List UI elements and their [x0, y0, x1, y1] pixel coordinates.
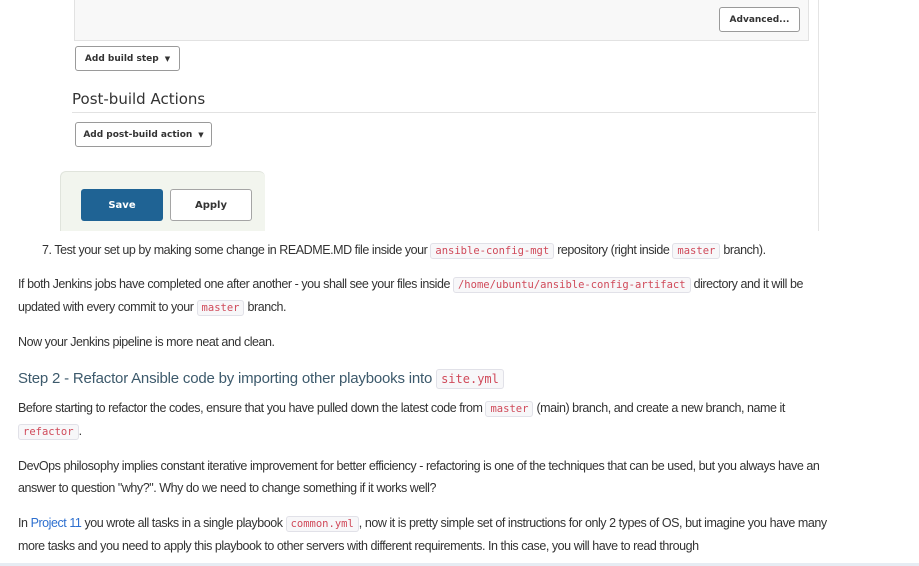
inline-code: ansible-config-mgt: [430, 243, 555, 259]
save-button[interactable]: Save: [81, 189, 163, 221]
project-11-link[interactable]: Project 11: [31, 516, 82, 530]
paragraph-jenkins-jobs: If both Jenkins jobs have completed one …: [18, 273, 848, 319]
p1-prefix: If both Jenkins jobs have completed one …: [18, 277, 453, 291]
step-2-heading-text: Step 2 - Refactor Ansible code by import…: [18, 370, 437, 387]
p1-suffix: branch.: [244, 300, 287, 314]
p5-middle: you wrote all tasks in a single playbook: [81, 516, 286, 530]
p5-prefix: In: [18, 516, 31, 530]
chevron-down-icon: ▼: [164, 54, 171, 63]
advanced-button-label: Advanced...: [729, 14, 790, 25]
build-step-box: Advanced...: [74, 0, 809, 41]
inline-code: /home/ubuntu/ansible-config-artifact: [452, 277, 691, 293]
step-7-prefix: 7. Test your set up by making some chang…: [42, 243, 431, 257]
step-2-heading: Step 2 - Refactor Ansible code by import…: [18, 367, 504, 391]
chevron-down-icon: ▼: [198, 130, 204, 139]
jenkins-config-screenshot: Advanced... Add build step ▼ Post-build …: [60, 0, 819, 231]
advanced-button[interactable]: Advanced...: [719, 7, 800, 32]
add-post-build-action-label: Add post-build action: [83, 129, 193, 140]
apply-button-label: Apply: [194, 199, 227, 211]
inline-code: master: [485, 401, 534, 417]
paragraph-devops-philosophy: DevOps philosophy implies constant itera…: [18, 459, 820, 495]
apply-button[interactable]: Apply: [170, 189, 252, 221]
step-7-suffix: branch).: [720, 243, 766, 257]
save-button-label: Save: [108, 199, 136, 211]
save-apply-bar: Save Apply: [60, 171, 265, 231]
inline-code: common.yml: [285, 516, 359, 532]
step-7-text: 7. Test your set up by making some chang…: [42, 239, 872, 262]
inline-code: master: [672, 243, 721, 259]
add-build-step-button[interactable]: Add build step ▼: [75, 46, 180, 71]
inline-code: refactor: [18, 424, 79, 440]
add-build-step-label: Add build step: [84, 53, 159, 64]
paragraph-pipeline-clean: Now your Jenkins pipeline is more neat a…: [18, 335, 275, 349]
panel-divider: [818, 0, 819, 231]
inline-code: site.yml: [436, 369, 504, 389]
p3-middle: (main) branch, and create a new branch, …: [533, 401, 785, 415]
add-post-build-action-button[interactable]: Add post-build action ▼: [75, 122, 212, 147]
p3-prefix: Before starting to refactor the codes, e…: [18, 401, 486, 415]
paragraph-project-11: In Project 11 you wrote all tasks in a s…: [18, 512, 848, 557]
p3-suffix: .: [78, 424, 82, 438]
inline-code: master: [196, 300, 245, 316]
post-build-actions-title: Post-build Actions: [72, 90, 816, 113]
paragraph-refactor-branch: Before starting to refactor the codes, e…: [18, 397, 848, 443]
step-7-middle: repository (right inside: [554, 243, 673, 257]
